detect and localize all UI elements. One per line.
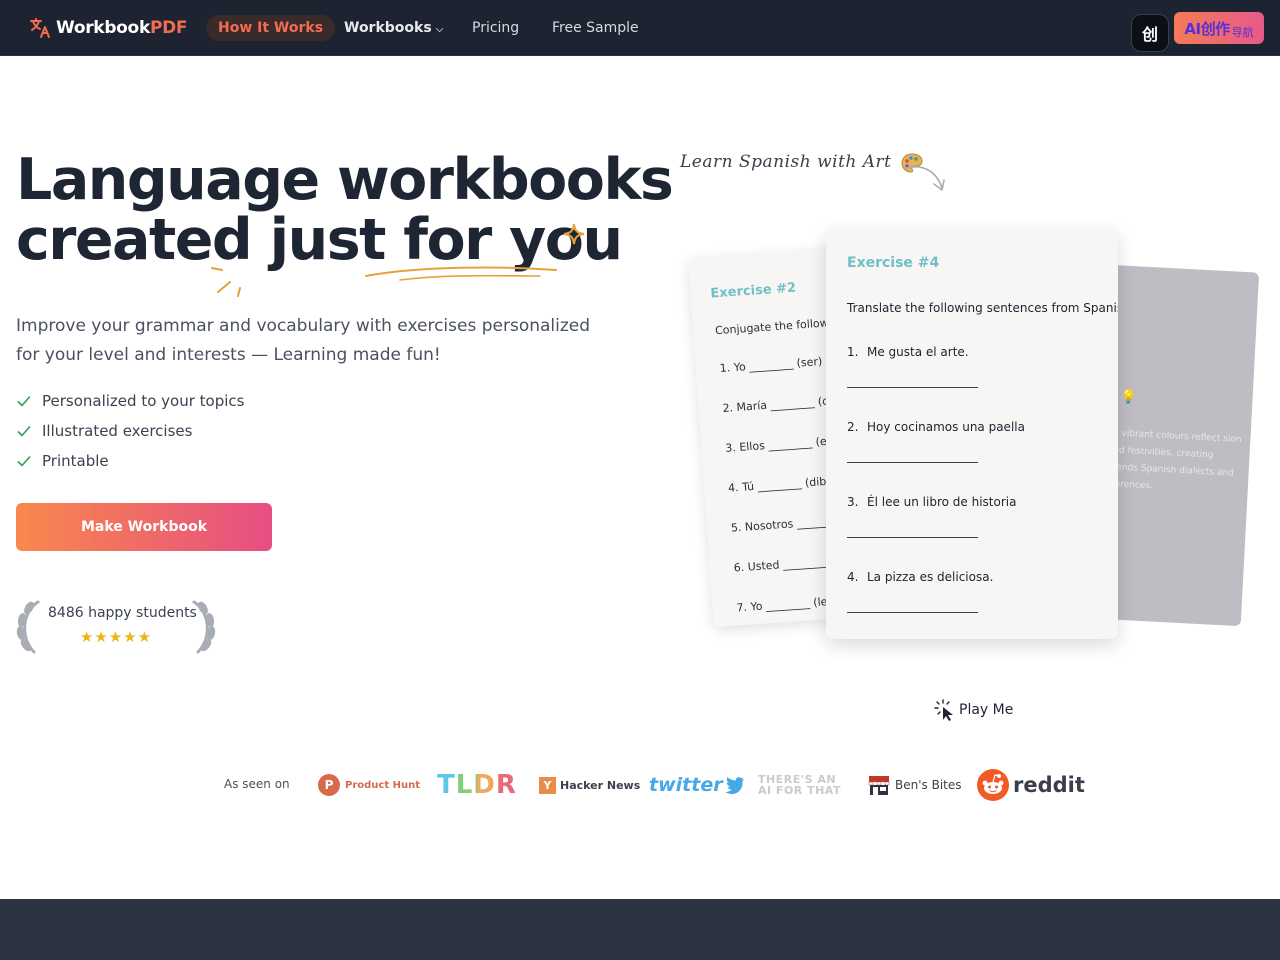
answer-blank [847,537,978,538]
hacker-news-icon: Y [539,776,556,794]
social-proof: 8486 happy students ★★★★★ [16,598,216,656]
sparkle-icon [563,223,585,245]
play-me-button[interactable]: Play Me [934,698,1013,722]
list-item: Illustrated exercises [16,416,244,446]
decorative-dash-marks [211,267,241,297]
translate-icon [30,18,50,38]
exercise-card-4: Exercise #4 Translate the following sent… [826,229,1118,639]
chevron-down-icon: ⌵ [435,24,444,35]
footer-section [0,899,1280,960]
laurel-left-icon [16,600,40,654]
tldr-logo: TLDR [437,770,517,800]
title-underline-scribble [365,266,557,281]
logo-text: WorkbookPDF [56,18,188,38]
nav-how-it-works[interactable]: How It Works [206,15,336,41]
rating-stars: ★★★★★ [79,628,153,646]
list-item: 2. Hoy cocinamos una paella [847,420,1025,434]
cursor-click-icon [934,699,953,721]
list-item: Personalized to your topics [16,386,244,416]
feature-list: Personalized to your topics Illustrated … [16,386,244,476]
nav-free-sample[interactable]: Free Sample [552,15,639,41]
logo[interactable]: WorkbookPDF [28,16,188,40]
storefront-icon [868,776,890,795]
press-hacker-news[interactable]: Y Hacker News [539,769,640,801]
list-item: 3. Él lee un libro de historia [847,495,1017,509]
nav-pricing[interactable]: Pricing [472,15,519,41]
laurel-right-icon [192,600,216,654]
top-navbar: WorkbookPDF How It Works Workbooks ⌵ Pric… [0,0,1280,56]
make-workbook-button[interactable]: Make Workbook [16,503,272,551]
press-reddit[interactable]: reddit [977,769,1085,801]
press-product-hunt[interactable]: P Product Hunt [318,769,420,801]
lightbulb-icon: 💡 [1120,389,1138,406]
happy-students-count: 8486 happy students [48,605,197,621]
check-icon [17,425,31,437]
answer-blank [847,462,978,463]
preview-caption: Learn Spanish with Art [680,152,923,173]
product-hunt-icon: P [318,774,340,796]
press-twitter[interactable]: twitter [649,769,745,801]
answer-blank [847,612,978,613]
extension-overlay-button[interactable]: AI创作 导航 [1174,12,1264,44]
twitter-bird-icon [724,776,744,794]
check-icon [17,395,31,407]
reddit-icon [977,769,1009,801]
as-seen-on-label: As seen on [224,777,290,791]
press-tldr[interactable]: TLDR [437,769,517,801]
list-item: Printable [16,446,244,476]
nav-workbooks[interactable]: Workbooks ⌵ [344,15,443,41]
press-bens-bites[interactable]: Ben's Bites [868,769,962,801]
extension-badge-icon[interactable]: 创 [1131,14,1169,52]
press-theres-an-ai-for-that[interactable]: THERE'S AN AI FOR THAT [758,769,841,801]
hero-title: Language workbooks created just for you [16,147,674,273]
hero-subtitle: Improve your grammar and vocabulary with… [16,316,591,365]
answer-blank [847,387,978,388]
list-item: 1. Me gusta el arte. [847,345,969,359]
curved-arrow-icon [905,166,945,191]
list-item: 4. La pizza es deliciosa. [847,570,994,584]
check-icon [17,455,31,467]
